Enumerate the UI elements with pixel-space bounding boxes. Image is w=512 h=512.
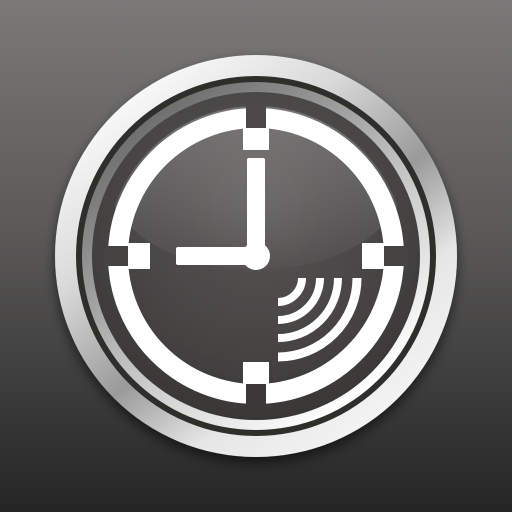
tick-3 <box>362 243 384 269</box>
app-icon[interactable] <box>0 0 512 512</box>
clock-signal-icon <box>0 0 512 512</box>
hand-pivot <box>242 242 270 270</box>
tick-9 <box>128 243 150 269</box>
tick-12 <box>243 128 269 150</box>
tick-6 <box>243 362 269 384</box>
